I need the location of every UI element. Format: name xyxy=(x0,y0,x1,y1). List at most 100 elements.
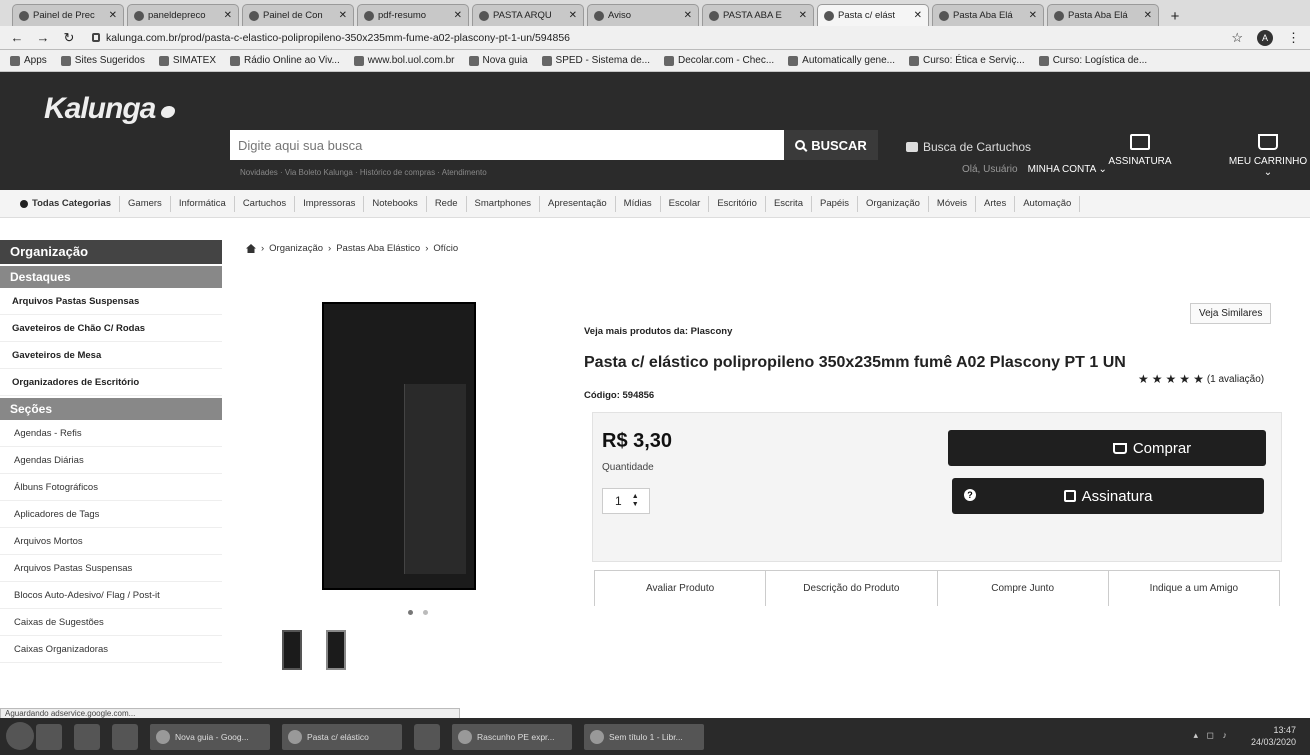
category-item[interactable]: Impressoras xyxy=(295,195,365,212)
forward-icon[interactable]: → xyxy=(36,30,50,45)
tab-description[interactable]: Descrição do Produto xyxy=(766,571,938,606)
search-button[interactable]: BUSCAR xyxy=(784,130,878,160)
category-item[interactable]: Artes xyxy=(976,195,1016,212)
see-more-brand-link[interactable]: Veja mais produtos da: Plascony xyxy=(584,326,732,337)
category-item[interactable]: Gamers xyxy=(120,195,171,212)
pinned-app-icon[interactable] xyxy=(112,723,138,750)
system-clock[interactable]: 13:47 24/03/2020 xyxy=(1251,724,1296,748)
account-menu[interactable]: Olá, Usuário MINHA CONTA ⌄ xyxy=(962,164,1107,175)
reload-icon[interactable]: ↻ xyxy=(62,30,76,46)
close-icon[interactable]: ✕ xyxy=(684,10,692,21)
close-icon[interactable]: ✕ xyxy=(1029,10,1037,21)
url-field[interactable]: kalunga.com.br/prod/pasta-c-elastico-pol… xyxy=(88,29,1219,47)
new-tab-button[interactable]: + xyxy=(1162,6,1188,26)
close-icon[interactable]: ✕ xyxy=(914,10,922,21)
similar-products-button[interactable]: Veja Similares xyxy=(1190,303,1272,324)
cart-link[interactable]: MEU CARRINHO ⌄ xyxy=(1228,134,1308,178)
bookmark-item[interactable]: Curso: Ética e Serviç... xyxy=(909,55,1025,66)
bookmark-item[interactable]: Apps xyxy=(10,55,47,66)
browser-tab[interactable]: Painel de Con ✕ xyxy=(242,4,354,26)
category-item[interactable]: Smartphones xyxy=(467,195,541,212)
sidebar-section-item[interactable]: Arquivos Pastas Suspensas xyxy=(0,555,222,582)
breadcrumb-item[interactable]: Organização xyxy=(269,243,323,254)
home-icon[interactable] xyxy=(246,244,256,253)
help-icon[interactable]: ? xyxy=(964,489,976,501)
sidebar-highlight-item[interactable]: Gaveteiros de Mesa xyxy=(0,342,222,369)
tab-recommend[interactable]: Indique a um Amigo xyxy=(1109,571,1279,606)
category-item[interactable]: Papéis xyxy=(812,195,859,212)
sidebar-highlight-item[interactable]: Arquivos Pastas Suspensas xyxy=(0,288,222,315)
pinned-app-icon[interactable] xyxy=(414,723,440,750)
carousel-dot[interactable] xyxy=(423,610,428,615)
pinned-app-icon[interactable] xyxy=(36,723,62,750)
category-item[interactable]: Automação xyxy=(1015,195,1081,212)
browser-tab[interactable]: pdf-resumo ✕ xyxy=(357,4,469,26)
taskbar-window[interactable]: Sem título 1 - Libr... xyxy=(584,723,704,750)
close-icon[interactable]: ✕ xyxy=(454,10,462,21)
sidebar-section-item[interactable]: Álbuns Fotográficos xyxy=(0,474,222,501)
sidebar-section-item[interactable]: Agendas Diárias xyxy=(0,447,222,474)
close-icon[interactable]: ✕ xyxy=(1144,10,1152,21)
quick-links[interactable]: Novidades · Via Boleto Kalunga · Históri… xyxy=(240,168,487,177)
sidebar-section-item[interactable]: Arquivos Mortos xyxy=(0,528,222,555)
taskbar-window[interactable]: Pasta c/ elástico xyxy=(282,723,402,750)
star-icon[interactable]: ☆ xyxy=(1231,30,1243,46)
product-thumbnail[interactable] xyxy=(282,630,302,670)
sidebar-section-item[interactable]: Blocos Auto-Adesivo/ Flag / Post-it xyxy=(0,582,222,609)
category-item[interactable]: Móveis xyxy=(929,195,977,212)
site-logo[interactable]: Kalunga xyxy=(44,92,176,126)
quantity-stepper[interactable]: 1 ▲ ▼ xyxy=(602,488,650,514)
close-icon[interactable]: ✕ xyxy=(339,10,347,21)
subscription-link[interactable]: ASSINATURA xyxy=(1098,134,1182,167)
bookmark-item[interactable]: Sites Sugeridos xyxy=(60,55,145,66)
bookmark-item[interactable]: www.bol.uol.com.br xyxy=(353,55,455,66)
carousel-dot[interactable] xyxy=(408,610,413,615)
product-thumbnail[interactable] xyxy=(326,630,346,670)
bookmark-item[interactable]: SPED - Sistema de... xyxy=(541,55,650,66)
breadcrumb-item[interactable]: Pastas Aba Elástico xyxy=(336,243,420,254)
category-item[interactable]: Informática xyxy=(171,195,235,212)
browser-tab[interactable]: Painel de Prec ✕ xyxy=(12,4,124,26)
sidebar-section-item[interactable]: Agendas - Refis xyxy=(0,420,222,447)
taskbar-window[interactable]: Nova guia - Goog... xyxy=(150,723,270,750)
browser-tab[interactable]: Pasta Aba Elá ✕ xyxy=(932,4,1044,26)
category-item[interactable]: Escritório xyxy=(709,195,766,212)
browser-tab[interactable]: Pasta Aba Elá ✕ xyxy=(1047,4,1159,26)
sidebar-section-item[interactable]: Caixas de Sugestões xyxy=(0,609,222,636)
category-item[interactable]: Escolar xyxy=(661,195,710,212)
system-tray-icons[interactable]: ▴ ◻ ♪ xyxy=(1194,730,1231,741)
bookmark-item[interactable]: Nova guia xyxy=(468,55,528,66)
category-item[interactable]: Notebooks xyxy=(364,195,427,212)
breadcrumb-item[interactable]: Ofício xyxy=(433,243,458,254)
buy-button[interactable]: Comprar xyxy=(948,430,1266,466)
category-item[interactable]: Cartuchos xyxy=(235,195,296,212)
sidebar-section-item[interactable]: Caixas Organizadoras xyxy=(0,636,222,663)
close-icon[interactable]: ✕ xyxy=(109,10,117,21)
profile-avatar[interactable]: A xyxy=(1257,29,1273,46)
category-item[interactable]: Organização xyxy=(858,195,929,212)
sidebar-highlight-item[interactable]: Organizadores de Escritório xyxy=(0,369,222,396)
cartridge-search-link[interactable]: Busca de Cartuchos xyxy=(906,140,1031,154)
bookmark-item[interactable]: Rádio Online ao Viv... xyxy=(230,55,340,66)
close-icon[interactable]: ✕ xyxy=(224,10,232,21)
browser-tab[interactable]: Aviso ✕ xyxy=(587,4,699,26)
sidebar-section-item[interactable]: Aplicadores de Tags xyxy=(0,501,222,528)
tab-review[interactable]: Avaliar Produto xyxy=(595,571,767,606)
bookmark-item[interactable]: Automatically gene... xyxy=(788,55,895,66)
close-icon[interactable]: ✕ xyxy=(799,10,807,21)
browser-tab[interactable]: PASTA ARQU ✕ xyxy=(472,4,584,26)
product-image[interactable] xyxy=(322,302,476,590)
browser-tab[interactable]: paneldepreco ✕ xyxy=(127,4,239,26)
pinned-app-icon[interactable] xyxy=(74,723,100,750)
category-item[interactable]: Escrita xyxy=(766,195,812,212)
category-item[interactable]: Todas Categorias xyxy=(12,195,121,212)
tab-buy-together[interactable]: Compre Junto xyxy=(938,571,1109,606)
browser-tab-active[interactable]: Pasta c/ elást ✕ xyxy=(817,4,929,26)
bookmark-item[interactable]: SIMATEX xyxy=(158,55,216,66)
category-item[interactable]: Rede xyxy=(427,195,467,212)
stepper-arrows-icon[interactable]: ▲ ▼ xyxy=(632,493,639,509)
search-input[interactable] xyxy=(230,130,784,160)
menu-icon[interactable]: ⋮ xyxy=(1287,30,1300,46)
category-item[interactable]: Mídias xyxy=(616,195,661,212)
bookmark-item[interactable]: Decolar.com - Chec... xyxy=(664,55,774,66)
